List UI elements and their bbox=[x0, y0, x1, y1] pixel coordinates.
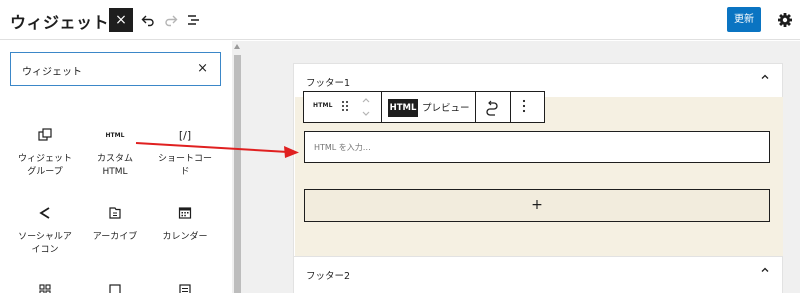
block-item-custom-html[interactable]: HTML カスタム HTML bbox=[79, 126, 151, 179]
list-view-icon[interactable] bbox=[184, 10, 204, 30]
transform-icon[interactable] bbox=[482, 98, 502, 118]
undo-icon[interactable] bbox=[138, 10, 158, 30]
panel-title[interactable]: フッター1 bbox=[306, 75, 350, 89]
block-item-calendar[interactable]: カレンダー bbox=[149, 204, 221, 244]
redo-icon[interactable] bbox=[161, 10, 181, 30]
grid-icon bbox=[9, 281, 81, 293]
close-inserter-button[interactable]: × bbox=[109, 8, 133, 32]
html-block-icon[interactable]: HTML bbox=[313, 102, 333, 109]
editor-header: ウィジェット × 更新 bbox=[0, 0, 800, 40]
block-item-label: ソーシャルア イコン bbox=[18, 232, 72, 255]
group-icon bbox=[9, 126, 81, 144]
archive-icon bbox=[79, 204, 151, 222]
clear-search-icon[interactable]: × bbox=[197, 61, 208, 76]
toolbar-divider bbox=[510, 92, 511, 122]
toolbar-divider bbox=[475, 92, 476, 122]
block-item-label: ショートコー ド bbox=[157, 154, 212, 177]
block-item-partial-3[interactable] bbox=[149, 281, 221, 293]
chevron-up-icon[interactable] bbox=[760, 265, 770, 278]
update-button[interactable]: 更新 bbox=[727, 7, 761, 32]
block-item-widget-group[interactable]: ウィジェット グループ bbox=[9, 126, 81, 179]
block-item-label: カスタム HTML bbox=[96, 154, 133, 177]
tab-preview[interactable]: プレビュー bbox=[422, 100, 470, 114]
calendar-icon bbox=[149, 204, 221, 222]
scroll-up-icon[interactable] bbox=[234, 44, 240, 49]
block-item-label: アーカイブ bbox=[92, 232, 138, 242]
block-item-social-icons[interactable]: ソーシャルア イコン bbox=[9, 204, 81, 257]
block-item-shortcode[interactable]: [/] ショートコー ド bbox=[149, 126, 221, 179]
page-title: ウィジェット bbox=[10, 13, 110, 32]
shortcode-icon: [/] bbox=[178, 128, 192, 142]
html-input-placeholder: HTML を入力… bbox=[314, 143, 371, 152]
widget-area-footer-2: フッター2 bbox=[293, 256, 783, 293]
scrollbar-thumb[interactable] bbox=[234, 55, 241, 293]
move-block-buttons[interactable] bbox=[360, 95, 372, 119]
add-block-button[interactable]: + bbox=[304, 189, 770, 222]
block-item-label: カレンダー bbox=[162, 232, 208, 242]
gear-icon[interactable] bbox=[775, 10, 795, 30]
block-toolbar: HTML HTML プレビュー bbox=[303, 91, 545, 123]
panel-title[interactable]: フッター2 bbox=[306, 268, 350, 282]
search-input[interactable]: ウィジェット × bbox=[10, 52, 221, 86]
sidebar-scrollbar[interactable] bbox=[232, 41, 243, 293]
drag-handle-icon[interactable] bbox=[341, 100, 349, 114]
share-icon bbox=[9, 204, 81, 222]
block-item-archives[interactable]: アーカイブ bbox=[79, 204, 151, 244]
block-item-partial-1[interactable] bbox=[9, 281, 81, 293]
tab-html[interactable]: HTML bbox=[388, 99, 418, 117]
block-inserter-panel: ウィジェット × ウィジェット グループ HTML カスタム HTML [/] … bbox=[0, 41, 232, 293]
search-input-value: ウィジェット bbox=[22, 67, 82, 78]
widget-areas-canvas: フッター1 フッター2 bbox=[243, 41, 800, 293]
more-options-icon[interactable] bbox=[522, 99, 526, 118]
html-code-input[interactable]: HTML を入力… bbox=[304, 131, 770, 163]
toolbar-divider bbox=[381, 92, 382, 122]
list-icon bbox=[149, 281, 221, 293]
block-item-label: ウィジェット グループ bbox=[17, 154, 72, 177]
chevron-up-icon[interactable] bbox=[760, 72, 770, 85]
square-icon bbox=[79, 281, 151, 293]
html-icon: HTML bbox=[105, 131, 125, 139]
block-item-partial-2[interactable] bbox=[79, 281, 151, 293]
